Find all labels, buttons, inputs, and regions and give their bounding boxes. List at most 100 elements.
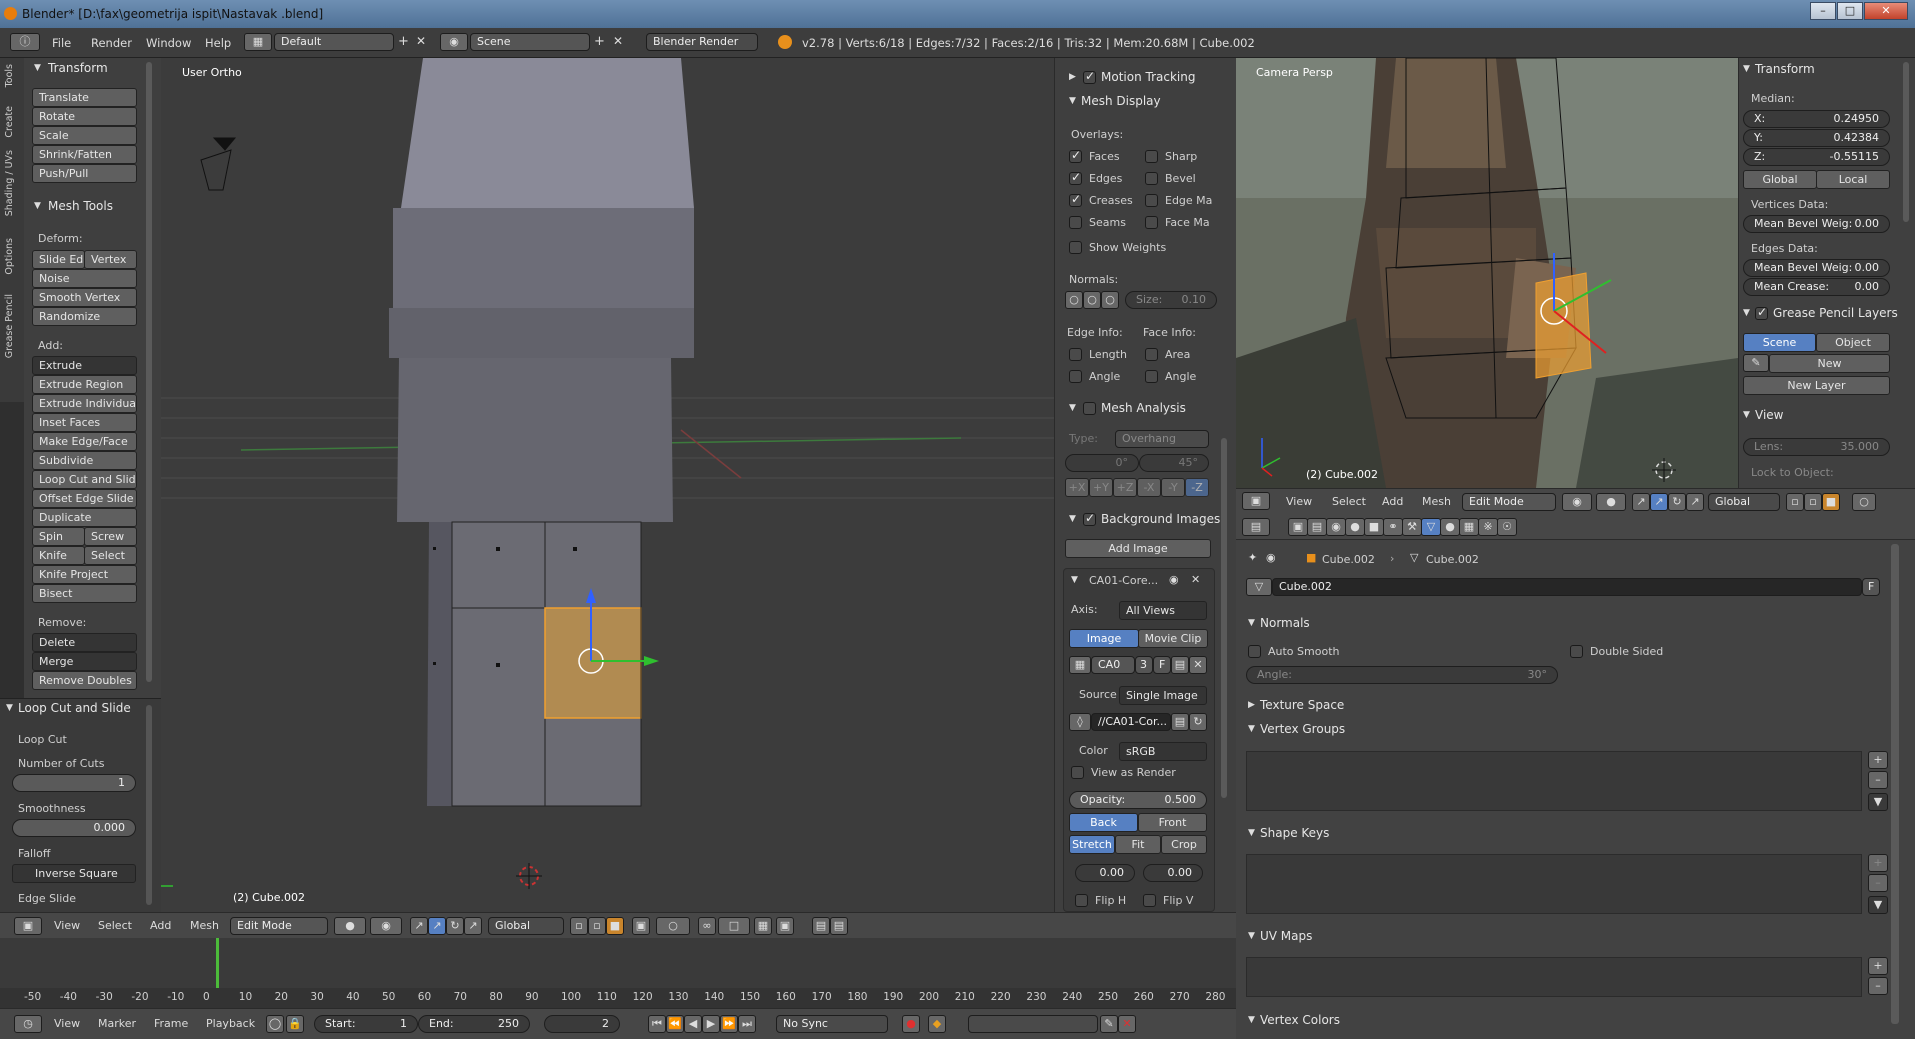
play-reverse-icon[interactable]: ◀	[684, 1015, 702, 1033]
motion-tracking-checkbox[interactable]	[1083, 69, 1096, 84]
vp-proportional-icon[interactable]: ○	[656, 917, 690, 935]
vertex-groups-header[interactable]: Vertex Groups	[1260, 722, 1345, 736]
vp-snap-element-icon[interactable]: □	[718, 917, 750, 935]
timeline-menu-playback[interactable]: Playback	[206, 1017, 255, 1030]
seams-checkbox[interactable]	[1069, 216, 1082, 229]
remove-doubles-button[interactable]: Remove Doubles	[32, 671, 137, 690]
timeline-menu-view[interactable]: View	[54, 1017, 80, 1030]
particles-tab-icon[interactable]: ※	[1478, 518, 1498, 536]
shape-keys-list[interactable]	[1246, 854, 1862, 914]
length-checkbox[interactable]	[1069, 348, 1082, 361]
spin-button[interactable]: Spin	[32, 527, 85, 546]
bevel-checkbox[interactable]	[1145, 172, 1158, 185]
shrink-fatten-button[interactable]: Shrink/Fatten	[32, 145, 137, 164]
scene-field[interactable]: Scene	[470, 33, 590, 51]
vp-menu-view[interactable]: View	[54, 919, 80, 932]
randomize-button[interactable]: Randomize	[32, 307, 137, 326]
delete-menu[interactable]: Delete	[32, 633, 137, 652]
layout-field[interactable]: Default	[274, 33, 394, 51]
insert-keyframe-icon[interactable]: ✎	[1100, 1015, 1118, 1033]
add-scene-icon[interactable]: +	[594, 34, 605, 49]
timeline-editor-type-icon[interactable]: ◷	[14, 1015, 42, 1033]
cam-menu-mesh[interactable]: Mesh	[1422, 495, 1451, 508]
cam-proportional-icon[interactable]: ○	[1852, 493, 1876, 511]
shape-key-menu-icon[interactable]: ▼	[1868, 896, 1888, 914]
remove-shape-key-button[interactable]: –	[1868, 874, 1888, 892]
current-frame-field[interactable]: 2	[544, 1015, 620, 1033]
jump-start-icon[interactable]: ⏮	[648, 1015, 666, 1033]
background-images-checkbox[interactable]	[1083, 511, 1096, 526]
median-z-field[interactable]: Z: -0.55115	[1743, 148, 1890, 166]
mesh-data-tab-icon[interactable]: ▽	[1421, 518, 1441, 536]
play-icon[interactable]: ▶	[702, 1015, 720, 1033]
physics-tab-icon[interactable]: ☉	[1497, 518, 1517, 536]
vp-face-select-icon[interactable]: ■	[606, 917, 624, 935]
flip-v-checkbox[interactable]	[1143, 894, 1156, 907]
preview-range-icon[interactable]: ◯	[266, 1015, 284, 1033]
cam-edge-select-icon[interactable]: ▫	[1804, 493, 1822, 511]
subdivide-button[interactable]: Subdivide	[32, 451, 137, 470]
crop-button[interactable]: Crop	[1161, 835, 1207, 854]
gp-object-button[interactable]: Object	[1816, 333, 1890, 352]
push-pull-button[interactable]: Push/Pull	[32, 164, 137, 183]
add-uv-map-button[interactable]: +	[1868, 957, 1888, 975]
analysis-max-field[interactable]: 45°	[1139, 454, 1209, 472]
new-layer-button[interactable]: New Layer	[1743, 376, 1890, 395]
uv-maps-header[interactable]: UV Maps	[1260, 929, 1312, 943]
vertex-groups-list[interactable]	[1246, 751, 1862, 811]
vertex-normals-icon[interactable]: ○	[1065, 291, 1083, 309]
image-browse-icon[interactable]: ▦	[1069, 656, 1091, 674]
face-normals-icon[interactable]: ○	[1101, 291, 1119, 309]
editor-type-info-icon[interactable]: ⓘ	[10, 33, 40, 51]
merge-menu[interactable]: Merge	[32, 652, 137, 671]
tab-options[interactable]: Options	[4, 238, 15, 275]
remove-uv-map-button[interactable]: –	[1868, 977, 1888, 995]
view-panel-header[interactable]: View	[1755, 408, 1783, 422]
offset-x-field[interactable]: 0.00	[1075, 864, 1135, 882]
vp-orientation-select[interactable]: Global	[488, 917, 564, 935]
median-x-field[interactable]: X: 0.24950	[1743, 110, 1890, 128]
3d-viewport[interactable]: User Ortho (2) Cube.002	[161, 58, 1054, 912]
vp-snap-icon[interactable]: ∞	[698, 917, 716, 935]
offset-edge-slide-button[interactable]: Offset Edge Slide	[32, 489, 137, 508]
knife-button[interactable]: Knife	[32, 546, 85, 565]
world-tab-icon[interactable]: ●	[1345, 518, 1365, 536]
cam-orientation-select[interactable]: Global	[1708, 493, 1780, 511]
close-window-button[interactable]: ✕	[1864, 2, 1908, 20]
cam-translate-icon[interactable]: ↗	[1650, 493, 1668, 511]
scale-button[interactable]: Scale	[32, 126, 137, 145]
open-image-icon[interactable]: ▤	[1171, 656, 1189, 674]
normals-size-field[interactable]: Size: 0.10	[1125, 291, 1217, 309]
mesh-display-header[interactable]: Mesh Display	[1081, 94, 1161, 108]
extrude-individual-button[interactable]: Extrude Individual	[32, 394, 137, 413]
background-images-header[interactable]: Background Images	[1101, 512, 1220, 526]
mesh-browse-icon[interactable]: ▽	[1246, 578, 1272, 596]
vertex-colors-header[interactable]: Vertex Colors	[1260, 1013, 1340, 1027]
inset-faces-button[interactable]: Inset Faces	[32, 413, 137, 432]
jump-keyframe-back-icon[interactable]: ⏪	[666, 1015, 684, 1033]
axis-neg-z-button[interactable]: -Z	[1185, 478, 1209, 497]
remove-image-icon[interactable]: ✕	[1191, 573, 1200, 586]
vp-translate-icon[interactable]: ↗	[428, 917, 446, 935]
edge-bevel-weight-field[interactable]: Mean Bevel Weig: 0.00	[1743, 259, 1890, 277]
knife-project-button[interactable]: Knife Project	[32, 565, 137, 584]
gp-new-button[interactable]: New	[1769, 354, 1890, 373]
mean-crease-field[interactable]: Mean Crease: 0.00	[1743, 278, 1890, 296]
vp-vertex-select-icon[interactable]: ▫	[570, 917, 588, 935]
menu-window[interactable]: Window	[146, 36, 191, 50]
vp-rotate-icon[interactable]: ↻	[446, 917, 464, 935]
timeline-menu-marker[interactable]: Marker	[98, 1017, 136, 1030]
maximize-button[interactable]: □	[1837, 2, 1863, 20]
axis-neg-x-button[interactable]: -X	[1137, 478, 1161, 497]
operator-scrollbar[interactable]	[146, 705, 152, 905]
tool-shelf-scrollbar[interactable]	[146, 62, 152, 682]
vp-shading-icon[interactable]: ●	[334, 917, 366, 935]
mesh-name-field[interactable]: Cube.002	[1272, 578, 1862, 596]
cam-pivot-icon[interactable]: ●	[1596, 493, 1626, 511]
offset-y-field[interactable]: 0.00	[1143, 864, 1203, 882]
pin-icon[interactable]: ✦	[1248, 551, 1257, 564]
knife-select-button[interactable]: Select	[84, 546, 137, 565]
vp-render-icon[interactable]: ▣	[776, 917, 794, 935]
axis-pos-z-button[interactable]: +Z	[1113, 478, 1137, 497]
vp-manipulator-icon[interactable]: ↗	[410, 917, 428, 935]
